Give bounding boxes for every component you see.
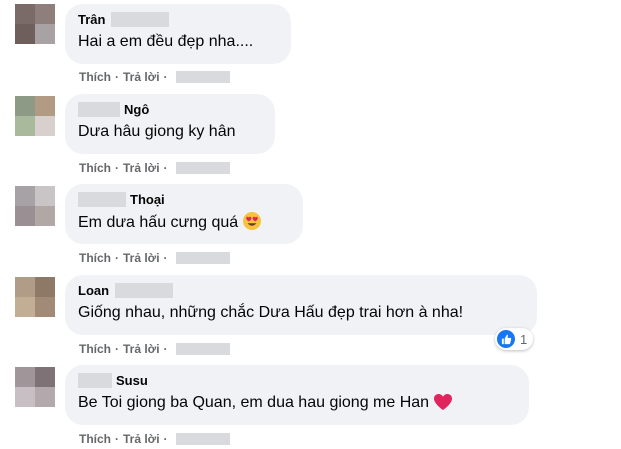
comment-text: Hai a em đều đẹp nha.... bbox=[78, 33, 254, 50]
redacted-timestamp bbox=[175, 252, 230, 264]
reply-link[interactable]: Trả lời bbox=[123, 432, 160, 446]
avatar-tile bbox=[35, 186, 55, 206]
comment-bubble: Susu Be Toi giong ba Quan, em dua hau gi… bbox=[65, 365, 529, 425]
separator: · bbox=[115, 161, 119, 175]
separator: · bbox=[163, 432, 168, 446]
reply-link[interactable]: Trả lời bbox=[123, 342, 160, 356]
reply-link[interactable]: Trả lời bbox=[123, 70, 160, 84]
avatar-tile bbox=[15, 116, 35, 136]
comment-text-content: Be Toi giong ba Quan, em dua hau giong m… bbox=[78, 394, 430, 411]
commenter-name[interactable]: Ngô bbox=[124, 102, 149, 117]
avatar-tile bbox=[15, 277, 35, 297]
avatar-tile bbox=[35, 116, 55, 136]
commenter-name[interactable]: Susu bbox=[116, 373, 148, 388]
reply-link[interactable]: Trả lời bbox=[123, 161, 160, 175]
redacted-name bbox=[111, 12, 170, 27]
redacted-timestamp bbox=[175, 343, 230, 355]
comment-text: Em dưa hấu cưng quá bbox=[78, 211, 290, 234]
redacted-name bbox=[78, 373, 112, 388]
red-heart-emoji bbox=[434, 394, 453, 410]
avatar-tile bbox=[35, 387, 55, 407]
avatar-tile bbox=[15, 186, 35, 206]
avatar[interactable] bbox=[15, 367, 55, 407]
commenter-name[interactable]: Thoại bbox=[130, 192, 165, 207]
avatar-tile bbox=[35, 297, 55, 317]
comment-bubble: Ngô Dưa hâu giong ky hân bbox=[65, 94, 275, 154]
comment-text-content: Em dưa hấu cưng quá bbox=[78, 214, 239, 231]
like-link[interactable]: Thích bbox=[79, 70, 111, 84]
separator: · bbox=[163, 161, 168, 175]
reaction-count[interactable]: 1 bbox=[495, 328, 534, 350]
separator: · bbox=[163, 251, 168, 265]
redacted-timestamp bbox=[175, 433, 230, 445]
avatar-tile bbox=[15, 367, 35, 387]
separator: · bbox=[115, 70, 119, 84]
avatar[interactable] bbox=[15, 277, 55, 317]
separator: · bbox=[115, 432, 119, 446]
comment-bubble: Thoại Em dưa hấu cưng quá bbox=[65, 184, 303, 244]
avatar[interactable] bbox=[15, 186, 55, 226]
comment-actions: Thích · Trả lời · bbox=[79, 161, 230, 175]
avatar[interactable] bbox=[15, 4, 55, 44]
heart-eyes-emoji bbox=[243, 212, 262, 230]
like-link[interactable]: Thích bbox=[79, 342, 111, 356]
avatar-tile bbox=[15, 96, 35, 116]
like-link[interactable]: Thích bbox=[79, 251, 111, 265]
reply-link[interactable]: Trả lời bbox=[123, 251, 160, 265]
avatar-tile bbox=[35, 4, 55, 24]
avatar-tile bbox=[15, 387, 35, 407]
avatar-tile bbox=[35, 367, 55, 387]
separator: · bbox=[163, 342, 168, 356]
redacted-name bbox=[78, 192, 126, 207]
redacted-timestamp bbox=[175, 162, 230, 174]
avatar-tile bbox=[35, 277, 55, 297]
separator: · bbox=[115, 251, 119, 265]
comment-bubble: Loan Giống nhau, những chắc Dưa Hấu đẹp … bbox=[65, 275, 537, 335]
avatar-tile bbox=[15, 4, 35, 24]
avatar[interactable] bbox=[15, 96, 55, 136]
thumbs-up-icon bbox=[497, 330, 515, 348]
commenter-name[interactable]: Loan bbox=[78, 283, 109, 298]
comment-actions: Thích · Trả lời · bbox=[79, 342, 230, 356]
avatar-tile bbox=[35, 24, 55, 44]
avatar-tile bbox=[15, 24, 35, 44]
reaction-count-label: 1 bbox=[520, 331, 528, 347]
avatar-tile bbox=[35, 96, 55, 116]
redacted-name bbox=[115, 283, 174, 298]
redacted-timestamp bbox=[175, 71, 230, 83]
comment-actions: Thích · Trả lời · bbox=[79, 70, 230, 84]
comment-text: Dưa hâu giong ky hân bbox=[78, 123, 236, 140]
comment-actions: Thích · Trả lời · bbox=[79, 432, 230, 446]
redacted-name bbox=[78, 102, 120, 117]
separator: · bbox=[115, 342, 119, 356]
avatar-tile bbox=[15, 297, 35, 317]
comment-text: Giống nhau, những chắc Dưa Hấu đẹp trai … bbox=[78, 304, 464, 321]
like-link[interactable]: Thích bbox=[79, 161, 111, 175]
avatar-tile bbox=[15, 206, 35, 226]
avatar-tile bbox=[35, 206, 55, 226]
comment-bubble: Trân Hai a em đều đẹp nha.... bbox=[65, 4, 291, 64]
comment-text: Be Toi giong ba Quan, em dua hau giong m… bbox=[78, 392, 516, 414]
like-link[interactable]: Thích bbox=[79, 432, 111, 446]
comment-actions: Thích · Trả lời · bbox=[79, 251, 230, 265]
commenter-name[interactable]: Trân bbox=[78, 12, 105, 27]
separator: · bbox=[163, 70, 168, 84]
